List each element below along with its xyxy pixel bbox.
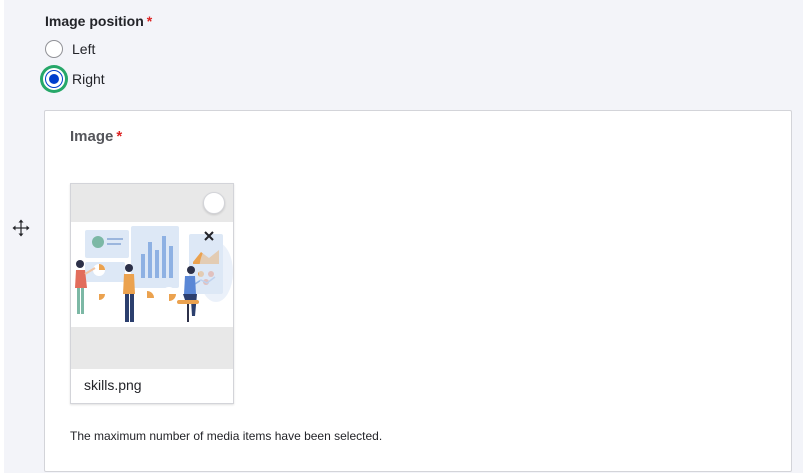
- move-icon[interactable]: [12, 219, 30, 237]
- radio-right-label[interactable]: Right: [72, 71, 105, 87]
- media-filename: skills.png: [84, 377, 142, 393]
- required-marker: *: [116, 128, 123, 145]
- media-item-card[interactable]: skills.png: [70, 183, 234, 404]
- radio-right[interactable]: [45, 70, 63, 88]
- field-description: The maximum number of media items have b…: [70, 429, 383, 443]
- image-legend-text: Image: [70, 128, 114, 145]
- image-legend: Image *: [70, 128, 122, 145]
- required-marker: *: [146, 13, 153, 29]
- radio-left-label[interactable]: Left: [72, 41, 95, 57]
- media-thumbnail: [71, 184, 233, 369]
- close-icon: [204, 231, 214, 241]
- radio-option-left[interactable]: Left: [45, 40, 95, 58]
- image-fieldset: Image * skills.png The maximum number of…: [44, 110, 792, 472]
- image-position-label-text: Image position: [45, 13, 144, 29]
- radio-option-right[interactable]: Right: [45, 70, 105, 88]
- remove-media-button[interactable]: [203, 192, 225, 241]
- radio-left[interactable]: [45, 40, 63, 58]
- image-position-label: Image position *: [45, 13, 152, 29]
